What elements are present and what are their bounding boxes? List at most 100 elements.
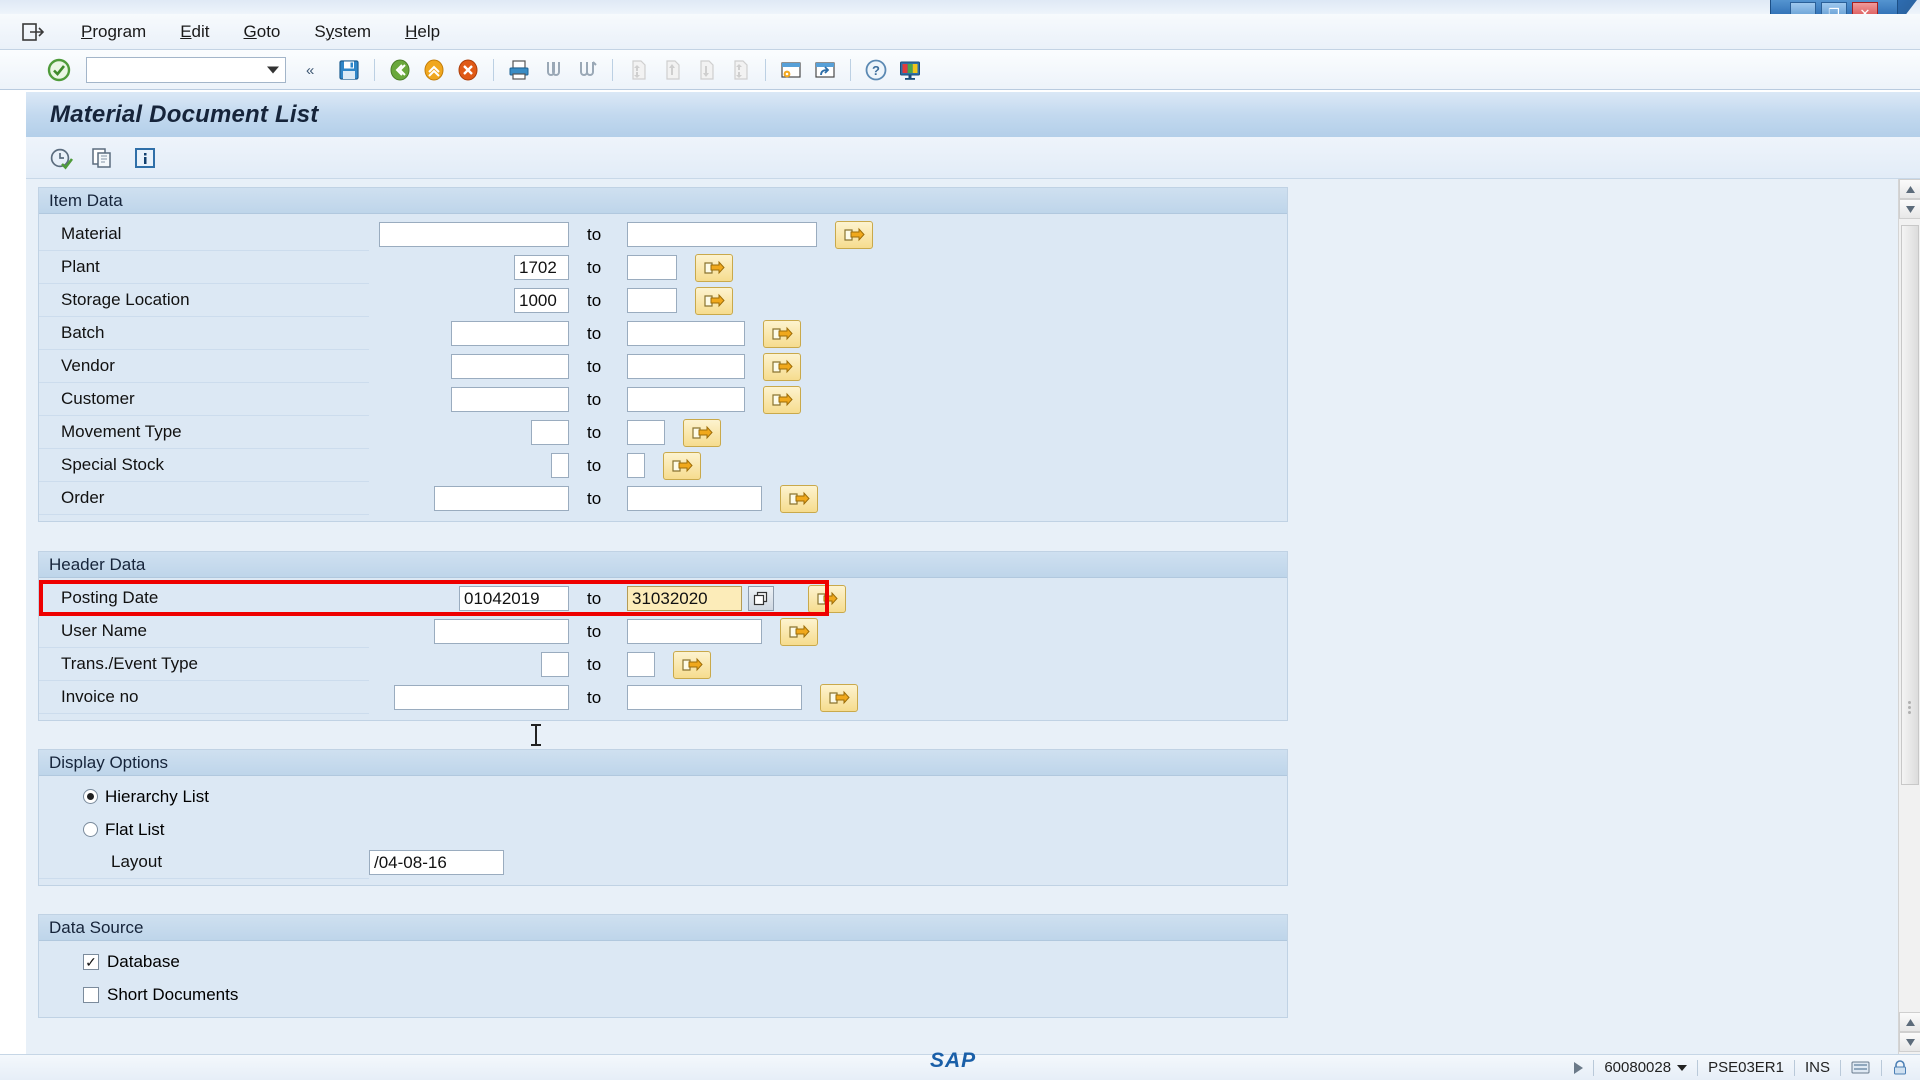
field-from-input[interactable] bbox=[514, 255, 569, 280]
layout-input[interactable] bbox=[369, 850, 504, 875]
multiple-selection-button[interactable] bbox=[835, 220, 873, 249]
radio-hierarchy-list[interactable]: Hierarchy List bbox=[39, 780, 1287, 813]
field-to-input[interactable] bbox=[627, 288, 677, 313]
multiple-selection-button[interactable] bbox=[695, 253, 733, 282]
checkbox-database[interactable]: ✓ Database bbox=[39, 945, 1287, 978]
radio-flat-list[interactable]: Flat List bbox=[39, 813, 1287, 846]
exit-icon[interactable] bbox=[20, 21, 48, 43]
info-icon[interactable] bbox=[130, 144, 160, 172]
menu-item-goto[interactable]: Goto bbox=[227, 19, 298, 45]
exit-yellow-icon[interactable] bbox=[417, 54, 451, 86]
field-label: Storage Location bbox=[39, 284, 369, 317]
checkbox-short-documents[interactable]: Short Documents bbox=[39, 978, 1287, 1011]
chevron-down-icon[interactable] bbox=[1677, 1064, 1688, 1071]
multiple-selection-button[interactable] bbox=[820, 683, 858, 712]
field-to-input[interactable] bbox=[627, 453, 645, 478]
field-from-input[interactable] bbox=[451, 354, 569, 379]
chevron-down-icon[interactable] bbox=[267, 66, 279, 73]
field-to-input[interactable] bbox=[627, 685, 802, 710]
field-to-input[interactable] bbox=[627, 420, 665, 445]
status-bar: SAP 60080028 PSE03ER1 INS bbox=[0, 1049, 1920, 1080]
menu-item-system[interactable]: System bbox=[297, 19, 388, 45]
multiple-selection-button[interactable] bbox=[663, 451, 701, 480]
field-to-input[interactable] bbox=[627, 354, 745, 379]
copy-variant-icon[interactable] bbox=[88, 144, 118, 172]
field-from-input[interactable] bbox=[531, 420, 569, 445]
menu-item-program[interactable]: Program bbox=[64, 19, 163, 45]
checkbox-short-documents-indicator[interactable] bbox=[83, 986, 99, 1003]
enter-check-icon[interactable] bbox=[42, 54, 76, 86]
field-from-input[interactable] bbox=[379, 222, 569, 247]
field-from-input[interactable] bbox=[394, 685, 569, 710]
field-label: Trans./Event Type bbox=[39, 648, 369, 681]
scroll-page-down-button[interactable] bbox=[1899, 1032, 1920, 1052]
field-to-input[interactable] bbox=[627, 652, 655, 677]
field-from-input[interactable] bbox=[434, 619, 569, 644]
item-data-group-title: Item Data bbox=[49, 190, 123, 210]
collapse-left-icon[interactable]: « bbox=[298, 54, 332, 86]
find-next-icon[interactable] bbox=[570, 54, 604, 86]
server-icon bbox=[1851, 1060, 1871, 1076]
date-picker-icon[interactable] bbox=[748, 586, 774, 611]
field-from-input[interactable] bbox=[459, 586, 569, 611]
field-label: Customer bbox=[39, 383, 369, 416]
to-label: to bbox=[587, 356, 602, 376]
to-label: to bbox=[587, 621, 602, 641]
header-data-group: Header Data Posting DatetoUser NametoTra… bbox=[38, 551, 1288, 721]
last-page-icon[interactable] bbox=[723, 54, 757, 86]
field-label: Special Stock bbox=[39, 449, 369, 482]
first-page-icon[interactable] bbox=[621, 54, 655, 86]
field-from-input[interactable] bbox=[451, 387, 569, 412]
vertical-scrollbar[interactable] bbox=[1898, 179, 1920, 1054]
scroll-page-up-button[interactable] bbox=[1899, 1012, 1920, 1032]
multiple-selection-button[interactable] bbox=[763, 385, 801, 414]
field-from-input[interactable] bbox=[434, 486, 569, 511]
menu-item-help[interactable]: Help bbox=[388, 19, 457, 45]
scroll-down-button[interactable] bbox=[1899, 199, 1920, 219]
previous-page-icon[interactable] bbox=[655, 54, 689, 86]
create-session-icon[interactable] bbox=[774, 54, 808, 86]
execute-icon[interactable] bbox=[46, 144, 76, 172]
menu-item-edit[interactable]: Edit bbox=[163, 19, 226, 45]
multiple-selection-button[interactable] bbox=[780, 484, 818, 513]
multiple-selection-button[interactable] bbox=[780, 617, 818, 646]
back-green-icon[interactable] bbox=[383, 54, 417, 86]
radio-hierarchy-list-indicator[interactable] bbox=[83, 789, 98, 804]
help-icon[interactable]: ? bbox=[859, 54, 893, 86]
multiple-selection-button[interactable] bbox=[763, 352, 801, 381]
field-from-input[interactable] bbox=[551, 453, 569, 478]
field-to-input[interactable] bbox=[627, 387, 745, 412]
customize-layout-icon[interactable] bbox=[893, 54, 927, 86]
field-to-input[interactable] bbox=[627, 222, 817, 247]
radio-flat-list-indicator[interactable] bbox=[83, 822, 98, 837]
command-input[interactable] bbox=[87, 57, 285, 82]
find-icon[interactable] bbox=[536, 54, 570, 86]
field-to-input[interactable] bbox=[627, 321, 745, 346]
cancel-red-icon[interactable] bbox=[451, 54, 485, 86]
status-divider bbox=[1697, 1059, 1699, 1076]
status-divider bbox=[1593, 1059, 1595, 1076]
save-icon[interactable] bbox=[332, 54, 366, 86]
print-icon[interactable] bbox=[502, 54, 536, 86]
field-to-input[interactable] bbox=[627, 255, 677, 280]
header-data-row: Posting Date to bbox=[39, 582, 1287, 615]
field-from-input[interactable] bbox=[514, 288, 569, 313]
field-to-input[interactable] bbox=[627, 586, 742, 611]
field-to-input[interactable] bbox=[627, 486, 762, 511]
radio-hierarchy-list-label: Hierarchy List bbox=[105, 786, 209, 806]
field-from-input[interactable] bbox=[541, 652, 569, 677]
multiple-selection-button[interactable] bbox=[683, 418, 721, 447]
next-page-icon[interactable] bbox=[689, 54, 723, 86]
command-field[interactable] bbox=[86, 56, 286, 83]
multiple-selection-button[interactable] bbox=[808, 584, 846, 613]
layout-label: Layout bbox=[39, 846, 369, 879]
scroll-up-button[interactable] bbox=[1899, 179, 1920, 199]
checkbox-database-indicator[interactable]: ✓ bbox=[83, 953, 99, 970]
multiple-selection-button[interactable] bbox=[695, 286, 733, 315]
field-from-input[interactable] bbox=[451, 321, 569, 346]
create-shortcut-icon[interactable] bbox=[808, 54, 842, 86]
field-to-input[interactable] bbox=[627, 619, 762, 644]
status-session-number[interactable]: 60080028 bbox=[1604, 1059, 1671, 1076]
multiple-selection-button[interactable] bbox=[673, 650, 711, 679]
multiple-selection-button[interactable] bbox=[763, 319, 801, 348]
